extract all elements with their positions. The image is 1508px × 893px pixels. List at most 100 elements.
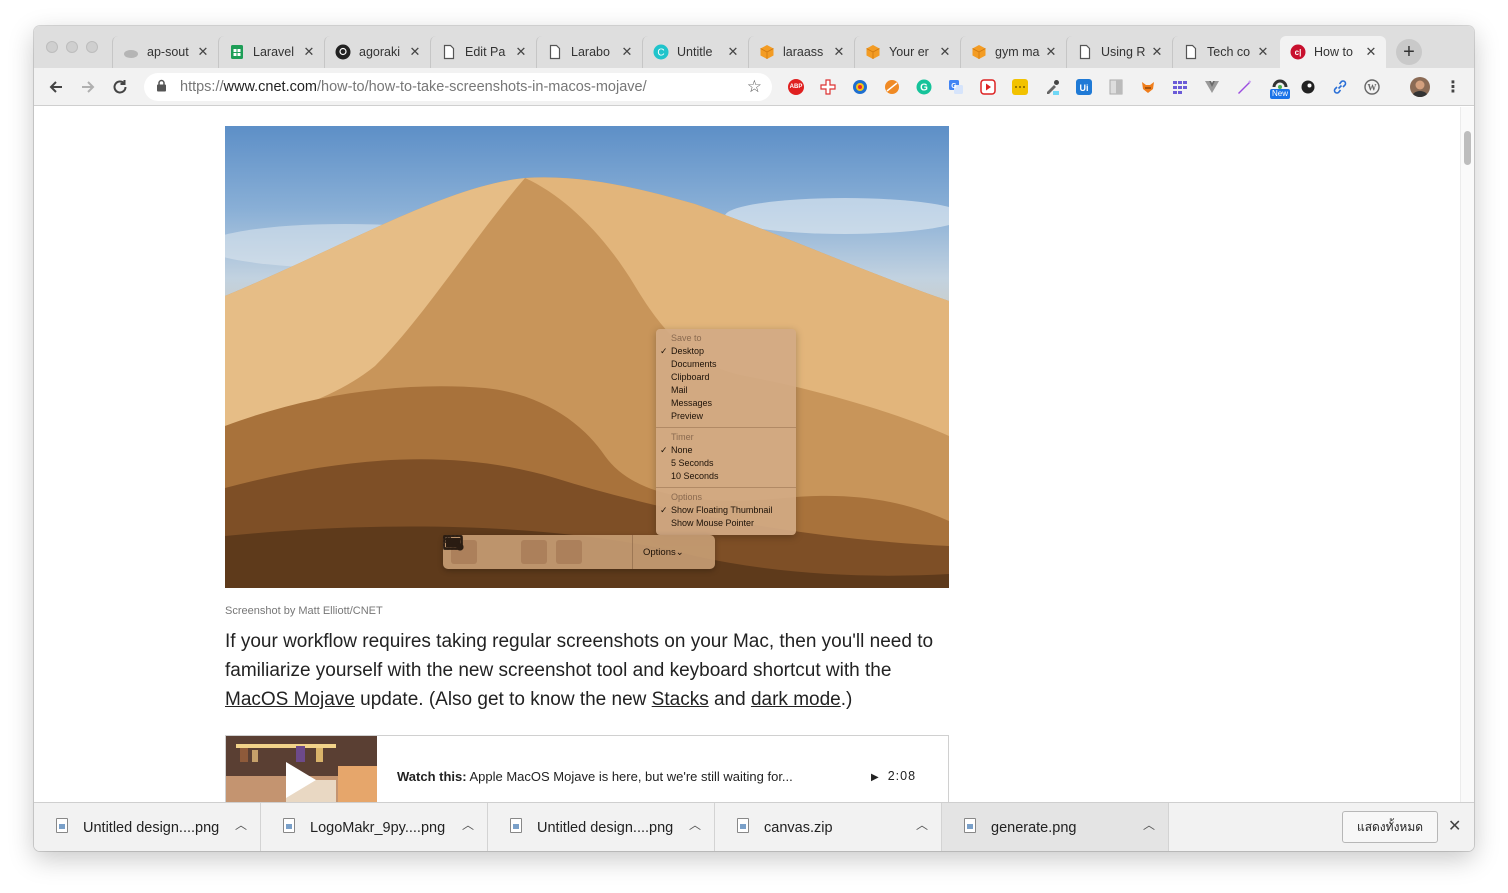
menu-item-5-seconds[interactable]: 5 Seconds bbox=[656, 457, 796, 470]
video-card[interactable]: Watch this: Apple MacOS Mojave is here, … bbox=[225, 735, 949, 802]
menu-item-label: Preview bbox=[671, 411, 704, 421]
capture-window-button[interactable] bbox=[443, 535, 512, 564]
menu-item-documents[interactable]: Documents bbox=[656, 358, 796, 371]
forward-button[interactable] bbox=[76, 75, 100, 99]
macos-mojave-link[interactable]: MacOS Mojave bbox=[225, 689, 355, 710]
tab-gym-ma[interactable]: gym ma ✕ bbox=[960, 36, 1066, 68]
menu-item-10-seconds[interactable]: 10 Seconds bbox=[656, 470, 796, 483]
tab-ap-south[interactable]: ap-sout ✕ bbox=[112, 36, 218, 68]
reload-button[interactable] bbox=[108, 75, 132, 99]
close-icon[interactable]: ✕ bbox=[726, 44, 740, 60]
fox-extension-icon[interactable] bbox=[1140, 79, 1156, 95]
close-icon[interactable]: ✕ bbox=[832, 44, 846, 60]
yellow-extension-icon[interactable] bbox=[1012, 79, 1028, 95]
wordpress-icon[interactable]: W bbox=[1364, 79, 1380, 95]
kebab-menu-icon[interactable]: ⋮ bbox=[1445, 79, 1461, 96]
eye-extension-icon[interactable] bbox=[1300, 79, 1316, 95]
orange-circle-extension-icon[interactable] bbox=[884, 79, 900, 95]
play-icon[interactable] bbox=[286, 762, 316, 798]
menu-item-preview[interactable]: Preview bbox=[656, 410, 796, 423]
close-icon[interactable]: ✕ bbox=[620, 44, 634, 60]
page-scrollbar[interactable] bbox=[1460, 107, 1474, 802]
tab-title: Using R bbox=[1101, 45, 1146, 59]
tab-your-er[interactable]: Your er ✕ bbox=[854, 36, 960, 68]
close-icon[interactable]: ✕ bbox=[302, 44, 316, 60]
new-badge-extension-icon[interactable]: New bbox=[1268, 75, 1292, 99]
vue-devtools-icon[interactable] bbox=[1204, 79, 1220, 95]
close-icon[interactable]: ✕ bbox=[938, 44, 952, 60]
chevron-up-icon[interactable]: ︿ bbox=[916, 816, 928, 833]
new-tab-button[interactable]: + bbox=[1396, 39, 1422, 65]
menu-item-desktop[interactable]: ✓ Desktop bbox=[656, 345, 796, 358]
zoom-window-button[interactable] bbox=[86, 41, 98, 53]
google-translate-icon[interactable]: G bbox=[948, 79, 964, 95]
purple-pen-extension-icon[interactable] bbox=[1236, 79, 1252, 95]
blue-square-extension-icon[interactable]: Ui bbox=[1076, 79, 1092, 95]
tab-title: Laravel bbox=[253, 45, 294, 59]
tab-title: Untitle bbox=[677, 45, 713, 59]
red-cross-extension-icon[interactable] bbox=[820, 79, 836, 95]
record-selection-button[interactable] bbox=[443, 535, 617, 564]
tab-title: How to bbox=[1314, 45, 1353, 59]
close-icon[interactable]: ✕ bbox=[514, 44, 528, 60]
menu-item-floating-thumbnail[interactable]: ✓ Show Floating Thumbnail bbox=[656, 504, 796, 517]
tab-agoraki[interactable]: agoraki ✕ bbox=[324, 36, 430, 68]
tab-using-r[interactable]: Using R ✕ bbox=[1066, 36, 1172, 68]
close-icon[interactable]: ✕ bbox=[1150, 44, 1164, 60]
eyedropper-icon[interactable] bbox=[1044, 79, 1060, 95]
tab-larabo[interactable]: Larabo ✕ bbox=[536, 36, 642, 68]
show-all-downloads-button[interactable]: แสดงทั้งหมด bbox=[1342, 811, 1438, 843]
capture-selection-button[interactable] bbox=[443, 535, 547, 564]
menu-item-label: Messages bbox=[671, 398, 713, 408]
tab-title: Edit Pa bbox=[465, 45, 506, 59]
close-icon[interactable]: ✕ bbox=[1364, 44, 1378, 60]
menu-item-clipboard[interactable]: Clipboard bbox=[656, 371, 796, 384]
chevron-up-icon[interactable]: ︿ bbox=[235, 816, 247, 833]
chevron-up-icon[interactable]: ︿ bbox=[1143, 816, 1155, 833]
target-extension-icon[interactable] bbox=[852, 79, 868, 95]
download-item[interactable]: Untitled design....png ︿ bbox=[488, 803, 715, 851]
tab-laraass[interactable]: laraass ✕ bbox=[748, 36, 854, 68]
bookmark-star-icon[interactable]: ☆ bbox=[747, 77, 762, 97]
grammarly-icon[interactable]: G bbox=[916, 79, 932, 95]
close-icon[interactable]: ✕ bbox=[1448, 816, 1461, 836]
video-thumbnail bbox=[226, 736, 377, 802]
close-icon[interactable]: ✕ bbox=[196, 44, 210, 60]
gray-page-extension-icon[interactable] bbox=[1108, 79, 1124, 95]
menu-item-label: Desktop bbox=[671, 346, 705, 356]
address-bar[interactable]: https://www.cnet.com/how-to/how-to-take-… bbox=[144, 73, 772, 101]
download-item[interactable]: LogoMakr_9py....png ︿ bbox=[261, 803, 488, 851]
close-window-button[interactable] bbox=[46, 41, 58, 53]
tab-tech-co[interactable]: Tech co ✕ bbox=[1172, 36, 1278, 68]
back-button[interactable] bbox=[44, 75, 68, 99]
chevron-up-icon[interactable]: ︿ bbox=[462, 816, 474, 833]
dark-mode-link[interactable]: dark mode bbox=[751, 689, 841, 710]
menu-item-none[interactable]: ✓ None bbox=[656, 444, 796, 457]
close-icon[interactable]: ✕ bbox=[408, 44, 422, 60]
record-screen-button[interactable] bbox=[443, 535, 582, 564]
red-play-extension-icon[interactable] bbox=[980, 79, 996, 95]
link-extension-icon[interactable] bbox=[1332, 79, 1348, 95]
image-caption: Screenshot by Matt Elliott/CNET bbox=[225, 605, 383, 617]
tab-laravel[interactable]: Laravel ✕ bbox=[218, 36, 324, 68]
menu-item-mail[interactable]: Mail bbox=[656, 384, 796, 397]
new-badge: New bbox=[1269, 89, 1290, 99]
tab-untitled-canva[interactable]: C Untitle ✕ bbox=[642, 36, 748, 68]
stacks-link[interactable]: Stacks bbox=[652, 689, 709, 710]
close-icon[interactable]: ✕ bbox=[1256, 44, 1270, 60]
scrollbar-thumb[interactable] bbox=[1464, 131, 1471, 165]
menu-item-messages[interactable]: Messages bbox=[656, 397, 796, 410]
adblock-plus-icon[interactable]: ABP bbox=[788, 79, 804, 95]
tab-how-to-active[interactable]: c| How to ✕ bbox=[1280, 36, 1386, 68]
profile-avatar[interactable] bbox=[1410, 77, 1430, 97]
download-item[interactable]: canvas.zip ︿ bbox=[715, 803, 942, 851]
download-item[interactable]: Untitled design....png ︿ bbox=[34, 803, 261, 851]
grid-extension-icon[interactable] bbox=[1172, 79, 1188, 95]
download-item[interactable]: generate.png ︿ bbox=[942, 803, 1169, 851]
minimize-window-button[interactable] bbox=[66, 41, 78, 53]
close-icon[interactable]: ✕ bbox=[1044, 44, 1058, 60]
menu-item-mouse-pointer[interactable]: Show Mouse Pointer bbox=[656, 517, 796, 530]
screenshot-options-button[interactable]: Options⌄ bbox=[632, 535, 684, 569]
chevron-up-icon[interactable]: ︿ bbox=[689, 816, 701, 833]
tab-edit-page[interactable]: Edit Pa ✕ bbox=[430, 36, 536, 68]
